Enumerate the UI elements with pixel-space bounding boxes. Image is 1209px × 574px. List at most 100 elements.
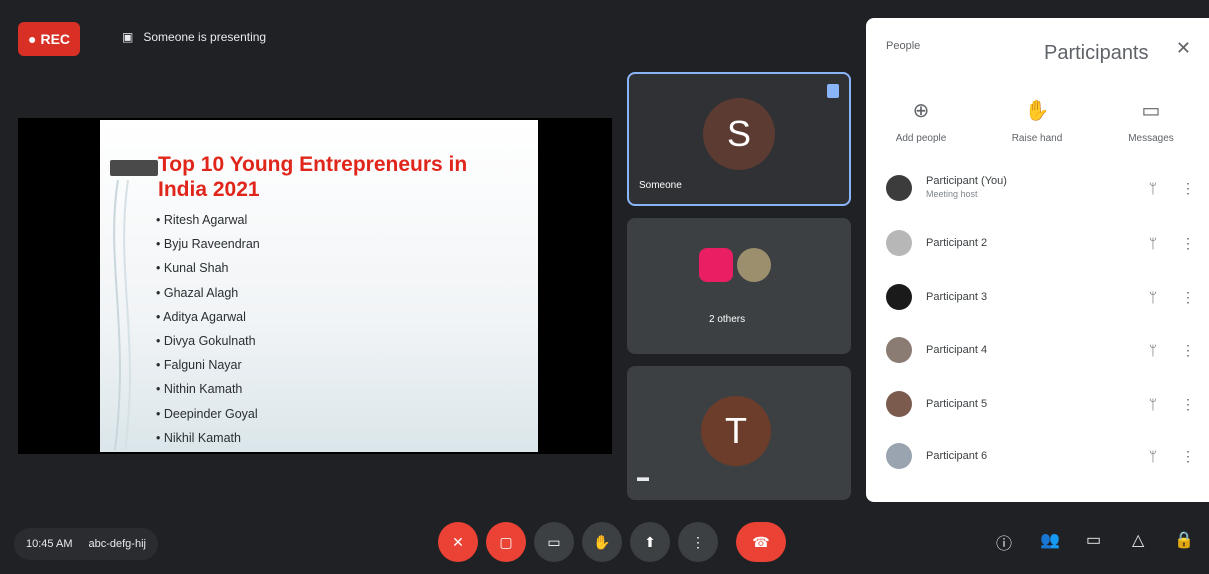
chat-icon: ▭ [1141, 100, 1161, 122]
slide-bullet: Nikhil Kamath [156, 426, 260, 450]
captions-button[interactable]: ▭ [534, 522, 574, 562]
avatar-initial: S [726, 113, 751, 154]
panel-title: Participants [1044, 42, 1149, 64]
messages-button[interactable]: ▭ Messages [1106, 98, 1196, 144]
avatar [886, 443, 912, 469]
tile-name: 2 others [709, 314, 746, 325]
top-bar: ● REC ▣ Someone is presenting [0, 0, 866, 74]
participant-name: Participant 5 [926, 397, 988, 410]
mic-off-icon: ✕ [452, 533, 464, 550]
mic-icon[interactable]: ᛘ [1143, 342, 1163, 358]
hand-icon: ✋ [593, 533, 611, 550]
more-options-button[interactable]: ⋮ [678, 522, 718, 562]
slide-bullet: Nithin Kamath [156, 377, 260, 401]
participant-role: Meeting host [926, 189, 978, 199]
slide-bullet: Divya Gokulnath [156, 329, 260, 353]
presenting-banner: ▣ Someone is presenting [122, 30, 266, 44]
avatar: T [701, 396, 771, 466]
slide-tag [110, 160, 158, 176]
slide-bullet: Falguni Nayar [156, 353, 260, 377]
captions-icon: ▭ [547, 533, 561, 550]
camera-off-button[interactable]: ▢ [486, 522, 526, 562]
more-options-icon[interactable]: ⋮ [1181, 396, 1195, 413]
raise-hand-button[interactable]: ✋ Raise hand [992, 98, 1082, 144]
participant-tile-group[interactable]: 2 others [627, 218, 851, 354]
mic-icon[interactable]: ᛘ [1143, 289, 1163, 305]
slide-bullet: Ritesh Agarwal [156, 208, 260, 232]
avatar [886, 175, 912, 201]
panel-header: People [886, 40, 921, 52]
record-dot-icon: ● [27, 31, 37, 47]
mic-icon[interactable]: ᛘ [1143, 235, 1163, 251]
presenting-text: Someone is presenting [143, 30, 267, 44]
more-options-icon[interactable]: ⋮ [1181, 180, 1195, 197]
meeting-code: abc-defg-hij [88, 538, 146, 550]
slide-bullet: Kunal Shah [156, 256, 260, 280]
slide-bullet: Deepinder Goyal [156, 402, 260, 426]
avatar [886, 391, 912, 417]
participant-name: Participant 4 [926, 343, 988, 356]
present-icon: ▣ [122, 30, 134, 44]
participant-row[interactable]: Participant 5 ᛘ ⋮ [886, 384, 1195, 424]
more-options-icon[interactable]: ⋮ [1181, 448, 1195, 465]
slide-bullet: Byju Raveendran [156, 232, 260, 256]
more-options-icon[interactable]: ⋮ [1181, 289, 1195, 306]
participant-name: Participant 3 [926, 290, 988, 303]
mic-icon[interactable]: ᛘ [1143, 448, 1163, 464]
mic-off-icon: ▬ [637, 470, 649, 484]
avatar-initial: T [725, 410, 747, 451]
participant-row[interactable]: Participant (You) Meeting host ᛘ ⋮ [886, 168, 1195, 208]
participant-name: Participant 6 [926, 449, 988, 462]
avatar [886, 284, 912, 310]
slide-decoration [113, 180, 131, 450]
present-button[interactable]: ⬆ [630, 522, 670, 562]
pin-icon[interactable] [827, 84, 839, 98]
participant-row[interactable]: Participant 3 ᛘ ⋮ [886, 277, 1195, 317]
present-icon: ⬆ [644, 533, 656, 550]
lock-icon[interactable]: 🔒 [1174, 530, 1194, 550]
participant-tile-pinned[interactable]: S Someone [627, 72, 851, 206]
camera-off-icon: ▢ [499, 533, 513, 550]
mic-off-button[interactable]: ✕ [438, 522, 478, 562]
chat-icon[interactable]: ▭ [1086, 530, 1101, 550]
tile-name: Someone [639, 180, 682, 191]
option-label: Raise hand [1011, 133, 1063, 144]
recording-label: REC [40, 31, 71, 47]
hand-icon: ✋ [1024, 100, 1050, 122]
avatar: S [703, 98, 775, 170]
more-options-icon[interactable]: ⋮ [1181, 342, 1195, 359]
close-icon[interactable]: ✕ [1176, 38, 1191, 59]
avatar [886, 337, 912, 363]
more-icon: ⋮ [691, 533, 705, 550]
add-people-button[interactable]: ⊕ Add people [876, 98, 966, 144]
more-options-icon[interactable]: ⋮ [1181, 235, 1195, 252]
people-icon[interactable]: 👥 [1040, 530, 1060, 550]
participant-row[interactable]: Participant 6 ᛘ ⋮ [886, 436, 1195, 476]
option-label: Add people [895, 133, 947, 144]
avatar [699, 248, 733, 282]
participant-row[interactable]: Participant 4 ᛘ ⋮ [886, 330, 1195, 370]
mic-icon[interactable]: ᛘ [1143, 396, 1163, 412]
slide-title: Top 10 Young Entrepreneurs in India 2021 [158, 153, 468, 201]
avatar [737, 248, 771, 282]
slide-bullet: Aditya Agarwal [156, 305, 260, 329]
participant-name: Participant 2 [926, 236, 988, 249]
end-call-button[interactable]: ☎ [736, 522, 786, 562]
add-person-icon: ⊕ [912, 100, 930, 122]
slide-bullet-list: Ritesh Agarwal Byju Raveendran Kunal Sha… [156, 208, 260, 450]
slide-bullet: Ghazal Alagh [156, 281, 260, 305]
raise-hand-button[interactable]: ✋ [582, 522, 622, 562]
presented-slide: Top 10 Young Entrepreneurs in India 2021… [100, 120, 538, 452]
option-label: Messages [1128, 133, 1174, 144]
avatar [886, 230, 912, 256]
clock-time: 10:45 AM [26, 538, 73, 550]
participant-name: Participant (You) [926, 175, 1007, 187]
activities-icon[interactable]: △ [1132, 530, 1144, 550]
participant-tile[interactable]: T ▬ [627, 366, 851, 500]
mic-icon[interactable]: ᛘ [1143, 180, 1163, 196]
info-icon[interactable]: ⓘ [996, 530, 1012, 554]
people-panel: People Participants ✕ ⊕ Add people ✋ Rai… [866, 18, 1209, 502]
participant-row[interactable]: Participant 2 ᛘ ⋮ [886, 223, 1195, 263]
meeting-info: 10:45 AM abc-defg-hij [14, 528, 158, 560]
bottom-toolbar: 10:45 AM abc-defg-hij ✕ ▢ ▭ ✋ ⬆ ⋮ ☎ ⓘ 👥 … [0, 508, 1209, 574]
